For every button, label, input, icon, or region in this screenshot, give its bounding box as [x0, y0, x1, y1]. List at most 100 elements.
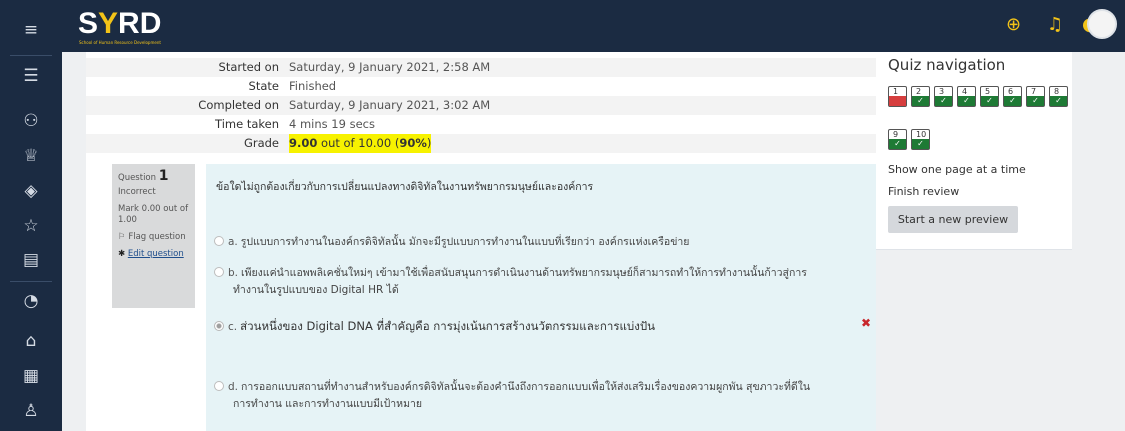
- option-letter: c.: [228, 321, 238, 333]
- calendar-icon[interactable]: ▦: [0, 366, 62, 386]
- quiz-nav-button[interactable]: 5 ✓: [980, 86, 999, 107]
- question-status: Incorrect: [118, 187, 156, 197]
- award-icon[interactable]: ♕: [0, 146, 62, 166]
- check-icon: ✓: [1004, 96, 1021, 106]
- gauge-icon[interactable]: ◔: [0, 291, 62, 311]
- check-icon: ✓: [912, 139, 929, 149]
- avatar[interactable]: [1087, 9, 1117, 39]
- logo-letter: Y: [98, 7, 119, 40]
- question-label: Question: [118, 173, 157, 183]
- check-icon: ✓: [958, 96, 975, 106]
- question-heading: Question 1: [118, 168, 189, 184]
- quiz-nav-button[interactable]: 9 ✓: [888, 129, 907, 150]
- logo-letter: S: [78, 7, 99, 40]
- radio-button-selected[interactable]: [214, 321, 224, 331]
- summary-value: Saturday, 9 January 2021, 2:58 AM: [289, 60, 491, 74]
- finish-review-link[interactable]: Finish review: [888, 185, 959, 198]
- quiz-nav-button[interactable]: 1: [888, 86, 907, 107]
- summary-row: State Finished: [86, 77, 876, 96]
- status-incorrect: [889, 96, 906, 106]
- option-text: รูปแบบการทำงานในองค์กรดิจิทัลนั้น มักจะม…: [240, 236, 690, 248]
- summary-label: Completed on: [198, 98, 279, 112]
- radio-button[interactable]: [214, 267, 224, 277]
- divider: [10, 55, 52, 56]
- option-letter: a.: [228, 236, 238, 248]
- bell-icon[interactable]: ♫: [1047, 14, 1063, 36]
- grade-value: 9.00 out of 10.00 (90%): [289, 134, 432, 153]
- option-text: ส่วนหนึ่งของ Digital DNA ที่สำคัญคือ การ…: [240, 319, 656, 333]
- option-letter: d.: [228, 381, 239, 393]
- question-info: Question 1 Incorrect Mark 0.00 out of 1.…: [112, 164, 195, 308]
- summary-row: Started on Saturday, 9 January 2021, 2:5…: [86, 58, 876, 77]
- flag-question[interactable]: ⚐ Flag question: [118, 232, 189, 243]
- divider: [10, 281, 52, 282]
- quiz-review-card: Started on Saturday, 9 January 2021, 2:5…: [86, 52, 876, 431]
- summary-row: Time taken 4 mins 19 secs: [86, 115, 876, 134]
- quiz-nav-button[interactable]: 8 ✓: [1049, 86, 1068, 107]
- summary-value: Saturday, 9 January 2021, 3:02 AM: [289, 98, 491, 112]
- panel-title: Quiz navigation: [888, 56, 1006, 74]
- top-bar: SYRD School of Human Resource Developmen…: [62, 0, 1125, 52]
- star-icon[interactable]: ☆: [0, 216, 62, 236]
- home-icon[interactable]: ⌂: [0, 331, 62, 351]
- quiz-nav-button[interactable]: 6 ✓: [1003, 86, 1022, 107]
- summary-label: Grade: [243, 136, 279, 150]
- flag-label: Flag question: [128, 232, 186, 242]
- answer-option[interactable]: a. รูปแบบการทำงานในองค์กรดิจิทัลนั้น มักจ…: [214, 234, 854, 251]
- quiz-nav-button[interactable]: 10 ✓: [911, 129, 930, 150]
- summary-label: Started on: [218, 60, 279, 74]
- list-icon[interactable]: ☰: [0, 66, 62, 86]
- check-icon: ✓: [1027, 96, 1044, 106]
- radio-button[interactable]: [214, 236, 224, 246]
- summary-row: Completed on Saturday, 9 January 2021, 3…: [86, 96, 876, 115]
- globe-icon[interactable]: ⊕: [1006, 14, 1021, 36]
- quiz-nav-button[interactable]: 3 ✓: [934, 86, 953, 107]
- question-content: ข้อใดไม่ถูกต้องเกี่ยวกับการเปลี่ยนแปลงทา…: [206, 164, 876, 431]
- question-number: 1: [158, 168, 169, 184]
- check-icon: ✓: [935, 96, 952, 106]
- gear-icon: ✱: [118, 249, 126, 259]
- answer-option[interactable]: b. เพียงแค่นำแอพพลิเคชั่นใหม่ๆ เข้ามาใช้เ…: [214, 265, 854, 299]
- grade-text: ): [426, 136, 432, 150]
- radio-button[interactable]: [214, 381, 224, 391]
- option-text: เพียงแค่นำแอพพลิเคชั่นใหม่ๆ เข้ามาใช้เพื…: [241, 267, 807, 279]
- check-icon: ✓: [981, 96, 998, 106]
- edit-question[interactable]: ✱ Edit question: [118, 249, 189, 260]
- book-icon[interactable]: ▤: [0, 250, 62, 270]
- option-text: การออกแบบสถานที่ทำงานสำหรับองค์กรดิจิทัล…: [241, 381, 811, 393]
- summary-label: State: [248, 79, 279, 93]
- quiz-nav-button[interactable]: 2 ✓: [911, 86, 930, 107]
- logo-letter: RD: [118, 7, 162, 40]
- incorrect-mark-icon: ✖: [861, 316, 872, 330]
- show-one-page-link[interactable]: Show one page at a time: [888, 163, 1026, 176]
- question-mark: Mark 0.00 out of 1.00: [118, 204, 189, 225]
- site-logo[interactable]: SYRD: [78, 6, 161, 42]
- quiz-navigation-panel: Quiz navigation 1 2 ✓ 3 ✓ 4 ✓ 5 ✓ 6 ✓ 7 ✓ 8 ✓ 9…: [876, 52, 1072, 250]
- edit-question-link[interactable]: Edit question: [128, 249, 184, 259]
- grade-score: 9.00: [289, 136, 318, 150]
- answer-option-selected[interactable]: c. ส่วนหนึ่งของ Digital DNA ที่สำคัญคือ ก…: [214, 318, 854, 336]
- layers-icon[interactable]: ◈: [0, 181, 62, 201]
- quiz-nav-button[interactable]: 7 ✓: [1026, 86, 1045, 107]
- option-letter: b.: [228, 267, 239, 279]
- quiz-nav-button[interactable]: 4 ✓: [957, 86, 976, 107]
- question-text: ข้อใดไม่ถูกต้องเกี่ยวกับการเปลี่ยนแปลงทา…: [216, 181, 594, 193]
- option-text: การทำงาน และการทำงานแบบมีเป้าหมาย: [233, 398, 423, 410]
- side-navigation: ≡ ☰ ⚇ ♕ ◈ ☆ ▤ ◔ ⌂ ▦ ♙: [0, 0, 62, 431]
- grade-text: out of 10.00 (: [317, 136, 400, 150]
- flag-icon: ⚐: [118, 232, 126, 242]
- graduation-cap-icon[interactable]: ♙: [0, 401, 62, 421]
- users-icon[interactable]: ⚇: [0, 111, 62, 131]
- answer-option[interactable]: d. การออกแบบสถานที่ทำงานสำหรับองค์กรดิจิท…: [214, 379, 854, 413]
- summary-row: Grade 9.00 out of 10.00 (90%): [86, 134, 876, 153]
- summary-label: Time taken: [215, 117, 279, 131]
- logo-subtitle: School of Human Resource Development: [79, 40, 161, 45]
- summary-value: Finished: [289, 79, 337, 93]
- check-icon: ✓: [912, 96, 929, 106]
- menu-icon[interactable]: ≡: [0, 20, 62, 40]
- summary-value: 4 mins 19 secs: [289, 117, 375, 131]
- grade-percent: 90%: [399, 136, 427, 150]
- check-icon: ✓: [1050, 96, 1067, 106]
- start-new-preview-button[interactable]: Start a new preview: [888, 206, 1018, 233]
- check-icon: ✓: [889, 139, 906, 149]
